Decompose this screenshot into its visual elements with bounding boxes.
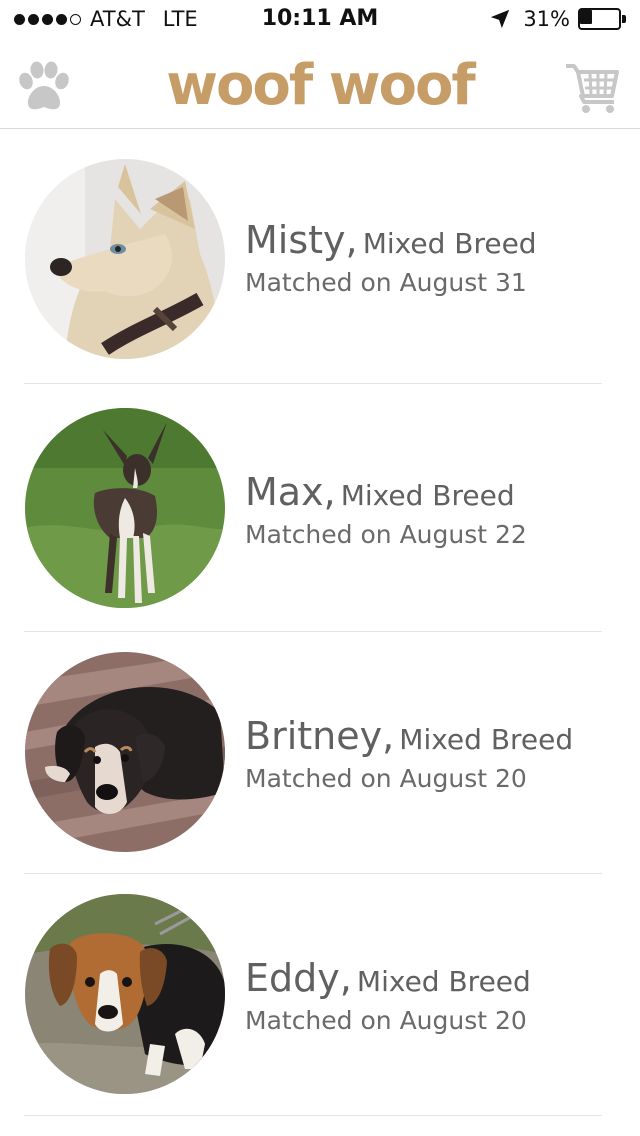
match-avatar[interactable] [25, 408, 225, 608]
battery-level-fill [580, 10, 592, 24]
match-breed: Mixed Breed [362, 227, 537, 260]
match-info: Misty, Mixed Breed Matched on August 31 [245, 218, 537, 297]
match-item[interactable]: Max, Mixed Breed Matched on August 22 [0, 384, 640, 632]
match-name: Eddy, [245, 956, 352, 1000]
match-date: Matched on August 22 [245, 520, 527, 549]
match-date: Matched on August 20 [245, 1006, 527, 1035]
status-bar: AT&T LTE 10:11 AM 31% [0, 0, 640, 40]
battery-percent: 31% [523, 7, 570, 31]
match-avatar[interactable] [25, 159, 225, 359]
match-breed: Mixed Breed [356, 965, 531, 998]
dog-photo-lying-dog [25, 652, 225, 852]
match-item[interactable]: Britney, Mixed Breed Matched on August 2… [0, 632, 640, 874]
cart-button[interactable] [564, 60, 620, 116]
match-breed: Mixed Breed [340, 479, 515, 512]
match-avatar[interactable] [25, 894, 225, 1094]
app-title: woof woof [166, 53, 476, 118]
dog-photo-chihuahua [25, 408, 225, 608]
match-date: Matched on August 31 [245, 268, 527, 297]
dog-photo-beagle-puppy [25, 894, 225, 1094]
match-name: Misty, [245, 218, 358, 262]
nav-header: woof woof [0, 40, 640, 129]
battery-icon [578, 8, 626, 30]
match-date: Matched on August 20 [245, 764, 527, 793]
match-info: Britney, Mixed Breed Matched on August 2… [245, 714, 573, 793]
match-name: Max, [245, 470, 336, 514]
shopping-cart-icon [566, 64, 619, 113]
match-item[interactable]: Misty, Mixed Breed Matched on August 31 [0, 130, 640, 384]
match-breed: Mixed Breed [399, 723, 574, 756]
match-name: Britney, [245, 714, 395, 758]
match-info: Max, Mixed Breed Matched on August 22 [245, 470, 527, 549]
match-item[interactable]: Eddy, Mixed Breed Matched on August 20 [0, 874, 640, 1116]
divider [24, 1114, 602, 1116]
dog-photo-white-husky [25, 159, 225, 359]
match-avatar[interactable] [25, 652, 225, 852]
match-info: Eddy, Mixed Breed Matched on August 20 [245, 956, 531, 1035]
location-arrow-icon [491, 9, 510, 29]
status-right: 31% [489, 7, 626, 31]
